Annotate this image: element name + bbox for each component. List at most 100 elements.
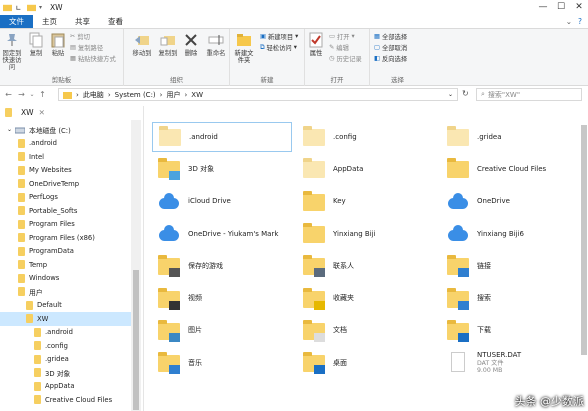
- file-item[interactable]: 收藏夹: [297, 284, 437, 314]
- select-all-button[interactable]: ▦ 全部选择: [374, 32, 407, 41]
- sidebar-item[interactable]: XW: [0, 312, 141, 326]
- sidebar-item[interactable]: AppData: [0, 380, 141, 394]
- pane-divider[interactable]: [143, 106, 144, 411]
- file-item[interactable]: Yinxiang Biji6: [441, 219, 581, 249]
- dropdown-icon[interactable]: ▾: [39, 4, 42, 11]
- file-item[interactable]: NTUSER.DAT DAT 文件 9.00 MB: [441, 348, 581, 378]
- breadcrumb-users[interactable]: 用户: [166, 90, 180, 100]
- sidebar-scrollbar-thumb[interactable]: [133, 270, 139, 410]
- copy-to-button[interactable]: 复制到: [156, 31, 180, 58]
- file-item[interactable]: 桌面: [297, 348, 437, 378]
- file-item[interactable]: OneDrive - Yiukam's Mark: [152, 219, 292, 249]
- undo-icon[interactable]: [15, 3, 24, 12]
- invert-selection-button[interactable]: ◧ 反向选择: [374, 54, 407, 63]
- sidebar-item[interactable]: .android: [0, 137, 141, 151]
- address-dropdown-icon[interactable]: ⌄: [448, 91, 453, 98]
- sidebar-item[interactable]: PerfLogs: [0, 191, 141, 205]
- file-item[interactable]: .android: [152, 122, 292, 152]
- tab-file[interactable]: 文件: [0, 15, 33, 28]
- sidebar-item[interactable]: Portable_Softs: [0, 204, 141, 218]
- file-item[interactable]: 3D 对象: [152, 154, 292, 184]
- tab-share[interactable]: 共享: [66, 15, 99, 28]
- file-item[interactable]: 搜索: [441, 284, 581, 314]
- file-item[interactable]: 链接: [441, 251, 581, 281]
- copy-button[interactable]: 复制: [28, 31, 44, 58]
- file-item[interactable]: 联系人: [297, 251, 437, 281]
- file-item[interactable]: .gridea: [441, 122, 581, 152]
- sidebar-item[interactable]: .config: [0, 339, 141, 353]
- file-item[interactable]: Yinxiang Biji: [297, 219, 437, 249]
- sidebar-item-drive[interactable]: ⌄ 本地磁盘 (C:): [0, 123, 141, 137]
- sidebar-item[interactable]: ProgramData: [0, 245, 141, 259]
- file-item[interactable]: OneDrive: [441, 187, 581, 217]
- sidebar-item[interactable]: Program Files: [0, 218, 141, 232]
- folder-icon: [18, 233, 25, 243]
- sidebar-scrollbar[interactable]: [131, 120, 141, 411]
- close-button[interactable]: ✕: [570, 0, 588, 14]
- sidebar-item[interactable]: Intel: [0, 150, 141, 164]
- history-button[interactable]: ◷ 历史记录: [329, 54, 362, 63]
- sidebar-item[interactable]: .gridea: [0, 353, 141, 367]
- folder-icon[interactable]: [27, 3, 36, 12]
- sidebar-item[interactable]: Program Files (x86): [0, 231, 141, 245]
- sidebar-item[interactable]: My Websites: [0, 164, 141, 178]
- file-item[interactable]: Creative Cloud Files: [441, 154, 581, 184]
- copy-path-button[interactable]: ▤ 复制路径: [70, 43, 103, 52]
- select-none-button[interactable]: ▢ 全部取消: [374, 43, 407, 52]
- back-arrow-icon[interactable]: ←: [2, 90, 15, 99]
- search-input[interactable]: ⌕ 搜索"XW": [476, 88, 582, 101]
- edit-button[interactable]: ✎ 编辑: [329, 43, 349, 52]
- file-item[interactable]: iCloud Drive: [152, 187, 292, 217]
- new-item-button[interactable]: ▣ 新建项目 ▾: [260, 32, 298, 41]
- paste-button[interactable]: 粘贴: [50, 31, 66, 58]
- file-item[interactable]: 视频: [152, 284, 292, 314]
- cut-button[interactable]: ✂ 剪切: [70, 32, 90, 41]
- sidebar-item[interactable]: OneDriveTemp: [0, 177, 141, 191]
- move-to-button[interactable]: 移动到: [130, 31, 154, 58]
- maximize-button[interactable]: ☐: [552, 0, 570, 14]
- unpin-icon[interactable]: ✕: [39, 108, 45, 117]
- delete-button[interactable]: 删除: [182, 31, 200, 58]
- file-item[interactable]: 下载: [441, 316, 581, 346]
- content-scrollbar-thumb[interactable]: [581, 125, 587, 355]
- new-item-icon: ▣: [260, 33, 266, 40]
- paste-shortcut-button[interactable]: ▦ 粘贴快捷方式: [70, 54, 116, 63]
- up-arrow-icon[interactable]: ↑: [36, 90, 49, 99]
- help-icon[interactable]: ?: [578, 17, 582, 26]
- file-item[interactable]: 音乐: [152, 348, 292, 378]
- refresh-icon[interactable]: ↻: [462, 89, 469, 98]
- breadcrumb-drive[interactable]: System (C:): [115, 91, 156, 99]
- sidebar-item[interactable]: Windows: [0, 272, 141, 286]
- file-icon: [445, 350, 471, 376]
- file-item[interactable]: 保存的游戏: [152, 251, 292, 281]
- file-item[interactable]: 图片: [152, 316, 292, 346]
- properties-button[interactable]: 属性: [307, 31, 325, 58]
- rename-button[interactable]: 重命名: [204, 31, 228, 58]
- sidebar-item[interactable]: Temp: [0, 258, 141, 272]
- file-item[interactable]: 文档: [297, 316, 437, 346]
- breadcrumb-this-pc[interactable]: 此电脑: [83, 90, 104, 100]
- recent-dropdown-icon[interactable]: ⌄: [28, 91, 36, 98]
- sidebar-item[interactable]: 用户: [0, 285, 141, 299]
- new-folder-button[interactable]: 新建文件夹: [232, 31, 256, 65]
- content-scrollbar[interactable]: [580, 103, 588, 411]
- sidebar-item[interactable]: .android: [0, 326, 141, 340]
- address-box[interactable]: › 此电脑 › System (C:) › 用户 › XW ⌄: [58, 88, 458, 101]
- file-item[interactable]: AppData: [297, 154, 437, 184]
- file-item[interactable]: Key: [297, 187, 437, 217]
- breadcrumb-xw[interactable]: XW: [191, 91, 203, 99]
- file-item[interactable]: .config: [297, 122, 437, 152]
- forward-arrow-icon[interactable]: →: [15, 90, 28, 99]
- file-item-text: 链接: [477, 262, 491, 271]
- tab-view[interactable]: 查看: [99, 15, 132, 28]
- easy-access-button[interactable]: ⧉ 轻松访问 ▾: [260, 43, 297, 53]
- sidebar-item[interactable]: Default: [0, 299, 141, 313]
- sidebar-item[interactable]: 3D 对象: [0, 366, 141, 380]
- minimize-button[interactable]: —: [534, 0, 552, 14]
- sidebar-item[interactable]: Creative Cloud Files: [0, 393, 141, 407]
- pin-quick-access-button[interactable]: 固定到快速访问: [2, 31, 22, 72]
- open-button[interactable]: ▭ 打开 ▾: [329, 32, 355, 41]
- chevron-down-icon[interactable]: ⌄: [566, 17, 572, 26]
- sidebar-pinned-header[interactable]: XW ✕: [0, 106, 141, 119]
- tab-home[interactable]: 主页: [33, 15, 66, 28]
